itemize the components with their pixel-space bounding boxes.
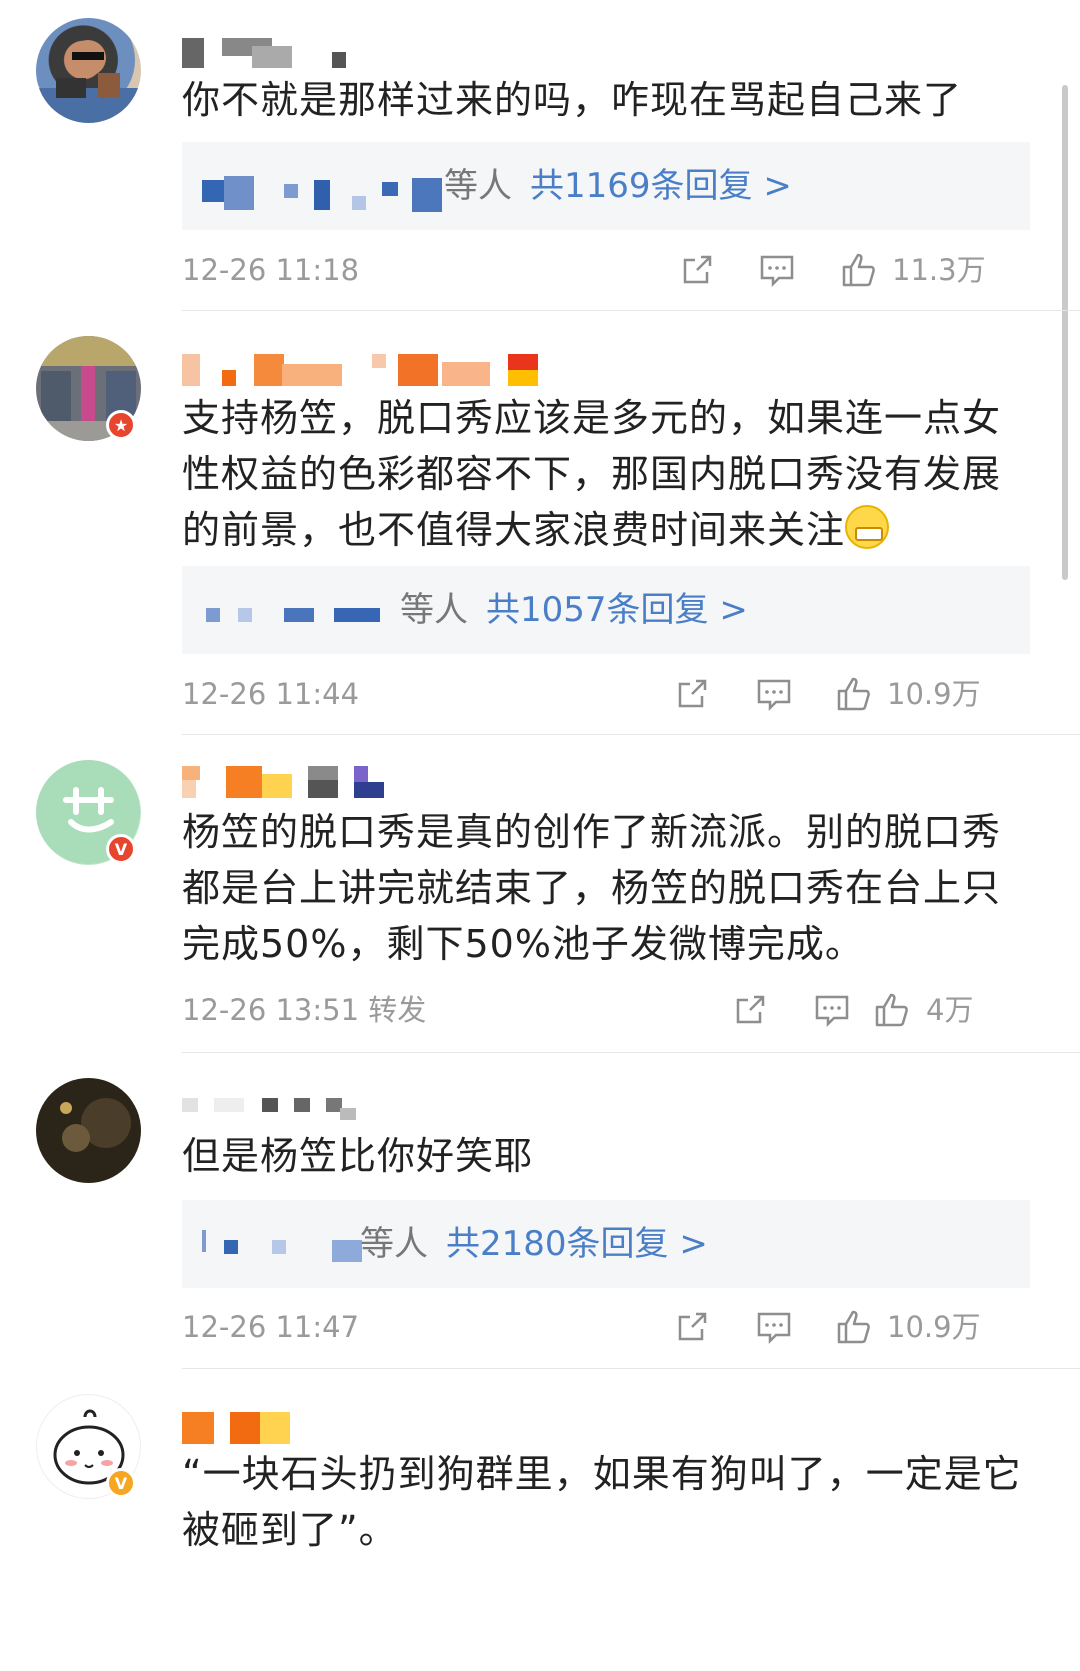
reply-count-link[interactable]: 共1169条回复 >	[530, 166, 792, 206]
thumbs-up-icon[interactable]	[834, 674, 874, 714]
divider	[182, 734, 1080, 735]
like-count: 10.9万	[887, 677, 981, 711]
thumbs-up-icon[interactable]	[834, 1307, 874, 1347]
comment-text: “一块石头扔到狗群里，如果有狗叫了，一定是它被砸到了”。	[182, 1452, 1022, 1552]
reply-summary[interactable]: 等人 共2180条回复 >	[182, 1200, 1030, 1288]
share-icon[interactable]	[677, 250, 717, 290]
grinning-face-emoji	[845, 505, 890, 549]
reply-count-link[interactable]: 共1057条回复 >	[486, 590, 748, 630]
timestamp: 12-26 11:47	[182, 1310, 360, 1344]
comment-icon[interactable]	[754, 674, 794, 714]
avatar[interactable]	[36, 18, 141, 123]
avatar[interactable]	[36, 1078, 141, 1183]
scrollbar[interactable]	[1062, 85, 1068, 580]
divider	[182, 1052, 1080, 1053]
share-icon[interactable]	[672, 674, 712, 714]
verified-v-badge-icon: V	[106, 834, 136, 864]
replier-names-blurred	[202, 1200, 362, 1288]
like-count: 11.3万	[892, 253, 986, 287]
thumbs-up-icon[interactable]	[839, 250, 879, 290]
comment-text: 杨笠的脱口秀是真的创作了新流派。别的脱口秀都是台上讲完就结束了，杨笠的脱口秀在台…	[182, 810, 1002, 966]
username-blurred[interactable]	[182, 1096, 382, 1130]
avatar-photo	[36, 1078, 141, 1183]
replier-names-blurred	[202, 566, 402, 654]
reply-summary[interactable]: 等人 共1057条回复 >	[182, 566, 1030, 654]
comment-text: 支持杨笠，脱口秀应该是多元的，如果连一点女性权益的色彩都容不下，那国内脱口秀没有…	[182, 396, 1002, 552]
comment-meta: 12-26 11:47 10.9万	[182, 1307, 1030, 1347]
comment-icon[interactable]	[812, 990, 852, 1030]
comment-icon[interactable]	[754, 1307, 794, 1347]
verified-v-badge-icon: V	[106, 1468, 136, 1498]
reply-suffix: 等人	[444, 166, 512, 206]
reply-suffix: 等人	[400, 590, 468, 630]
comment-text: 你不就是那样过来的吗，咋现在骂起自己来了	[182, 78, 963, 122]
divider	[182, 310, 1080, 311]
thumbs-up-icon[interactable]	[872, 990, 912, 1030]
comment-meta: 12-26 11:44 10.9万	[182, 674, 1030, 714]
share-icon[interactable]	[730, 990, 770, 1030]
verified-badge-icon: ★	[106, 410, 136, 440]
timestamp: 12-26 11:44	[182, 677, 360, 711]
comment-text: 但是杨笠比你好笑耶	[182, 1134, 534, 1178]
comment-icon[interactable]	[757, 250, 797, 290]
share-icon[interactable]	[672, 1307, 712, 1347]
divider	[182, 1368, 1080, 1369]
comment-meta: 12-26 13:51 转发 4万	[182, 990, 1030, 1030]
comment-meta: 12-26 11:18 11.3万	[182, 250, 1030, 290]
timestamp: 12-26 13:51	[182, 993, 360, 1027]
timestamp: 12-26 11:18	[182, 253, 360, 287]
like-count: 10.9万	[887, 1310, 981, 1344]
username-blurred[interactable]	[182, 1412, 302, 1446]
username-blurred[interactable]	[182, 354, 552, 388]
like-count: 4万	[926, 993, 974, 1027]
avatar-photo	[36, 40, 141, 123]
forward-label[interactable]: 转发	[368, 993, 426, 1027]
reply-count-link[interactable]: 共2180条回复 >	[446, 1224, 708, 1264]
reply-summary[interactable]: 等人 共1169条回复 >	[182, 142, 1030, 230]
replier-names-blurred	[202, 142, 447, 230]
username-blurred[interactable]	[182, 38, 362, 72]
username-blurred[interactable]	[182, 766, 392, 800]
reply-suffix: 等人	[360, 1224, 428, 1264]
